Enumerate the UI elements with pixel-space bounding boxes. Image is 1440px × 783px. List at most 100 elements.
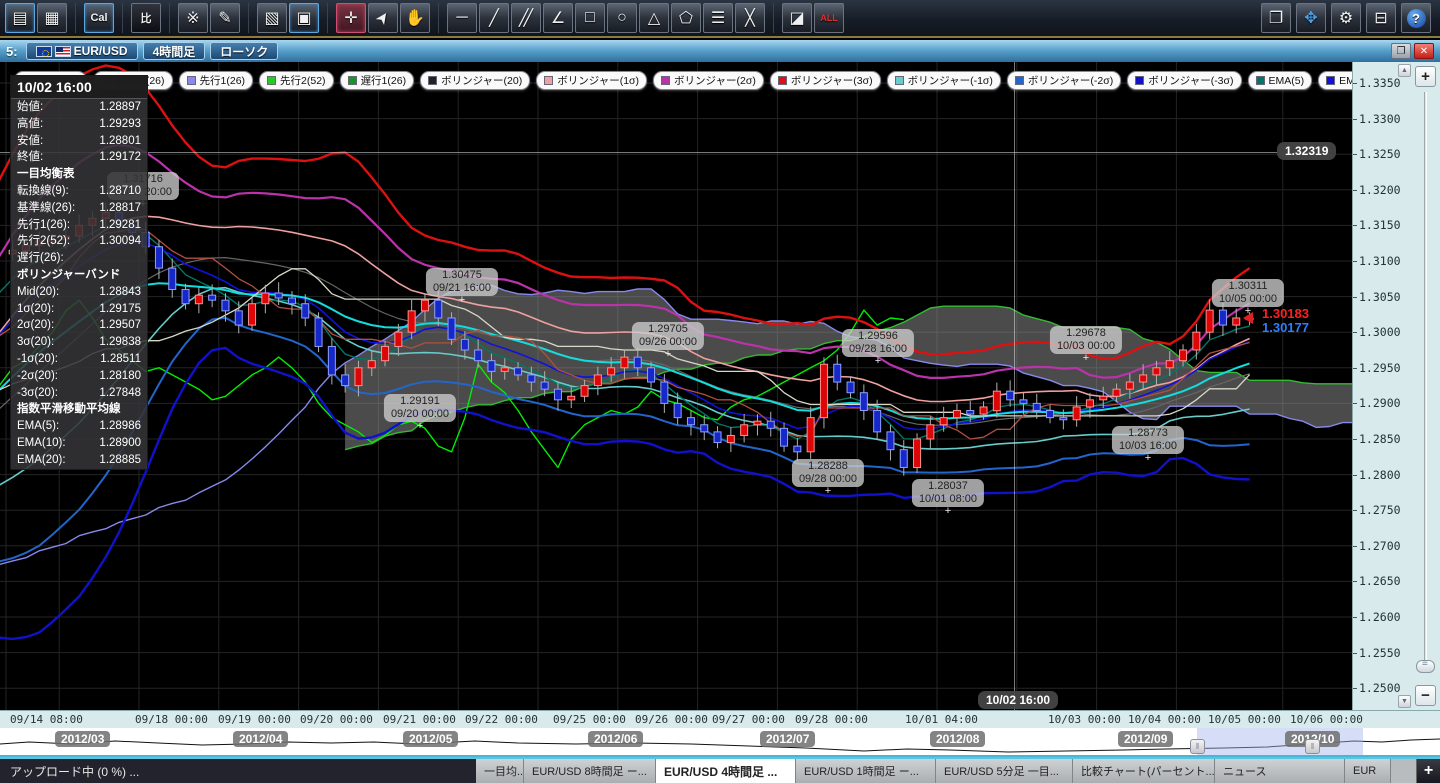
panel-row: 1σ(20):1.29175 <box>11 301 147 318</box>
legend-pill-ボリンジャー(-3σ)[interactable]: ボリンジャー(-3σ) <box>1127 71 1241 90</box>
calendar-icon[interactable]: Cal <box>84 3 114 33</box>
hand-tool-icon[interactable]: ✋ <box>400 3 430 33</box>
zoom-track[interactable] <box>1424 92 1427 672</box>
panel-section: 指数平滑移動平均線 <box>11 401 147 418</box>
y-tick-mark <box>1353 581 1357 582</box>
chart-tab[interactable]: EUR/USD 5分足 一目... <box>936 759 1073 783</box>
main-toolbar: ▤▦Cal比※✎▧▣✛➤✋─╱╱╱∠□○△⬠☰╳◪ALL ❐✥⚙⊟? <box>0 0 1440 38</box>
legend-pill-遅行1(26)[interactable]: 遅行1(26) <box>340 71 415 90</box>
close-window-button[interactable]: ✕ <box>1414 43 1434 59</box>
legend-pill-先行2(52)[interactable]: 先行2(52) <box>259 71 334 90</box>
chart-tab[interactable]: 一目均... <box>476 759 524 783</box>
x-tick-label: 09/27 00:00 <box>712 713 785 726</box>
y-tick-label: 1.3000 <box>1359 325 1401 339</box>
chart-tab[interactable]: 比較チャート(パーセント... <box>1073 759 1215 783</box>
crosshair-tool-icon[interactable]: ✛ <box>336 3 366 33</box>
chart-config-icon[interactable]: ▧ <box>257 3 287 33</box>
legend-color-swatch <box>895 76 904 85</box>
y-tick-mark <box>1353 83 1357 84</box>
y-tick-mark <box>1353 546 1357 547</box>
parallel-lines-tool-icon[interactable]: ╱╱ <box>511 3 541 33</box>
help-icon[interactable]: ? <box>1401 3 1431 33</box>
trendline-tool-icon[interactable]: ╱ <box>479 3 509 33</box>
zoom-scrollbar[interactable]: + − <box>1412 62 1440 710</box>
legend-pill-ボリンジャー(20)[interactable]: ボリンジャー(20) <box>420 71 530 90</box>
panel-row: 基準線(26):1.28817 <box>11 200 147 217</box>
windows-icon[interactable]: ❐ <box>1261 3 1291 33</box>
navigator-month-label: 2012/09 <box>1118 731 1173 747</box>
y-tick-label: 1.2900 <box>1359 396 1401 410</box>
chart-tab[interactable]: EUR <box>1345 759 1391 783</box>
legend-pill-ボリンジャー(-2σ)[interactable]: ボリンジャー(-2σ) <box>1007 71 1121 90</box>
y-tick-label: 1.2550 <box>1359 646 1401 660</box>
chart-area[interactable]: 転換線(9)基準線(26)先行1(26)先行2(52)遅行1(26)ボリンジャー… <box>0 62 1440 710</box>
y-tick-label: 1.2650 <box>1359 574 1401 588</box>
candlestick-plot[interactable] <box>0 62 1352 710</box>
swing-annotation: 1.3047509/21 16:00 <box>426 268 498 296</box>
ellipse-tool-icon[interactable]: ○ <box>607 3 637 33</box>
eraser-icon[interactable]: ◪ <box>782 3 812 33</box>
x-tick-label: 10/06 00:00 <box>1290 713 1363 726</box>
new-chart-icon[interactable]: ▦ <box>37 3 67 33</box>
current-price-arrow-icon <box>1243 312 1253 324</box>
legend-pill-EMA(5)[interactable]: EMA(5) <box>1248 71 1313 90</box>
axis-scroll-down-icon[interactable]: ▼ <box>1398 695 1411 708</box>
crosshair-price-badge: 1.32319 <box>1277 142 1336 160</box>
fibonacci-tool-icon[interactable]: ☰ <box>703 3 733 33</box>
time-axis[interactable]: 09/14 08:0009/18 00:0009/19 00:0009/20 0… <box>0 710 1440 728</box>
settings-gear-icon[interactable]: ⚙ <box>1331 3 1361 33</box>
timeframe-selector-button[interactable]: 4時間足 <box>143 42 206 60</box>
hline-tool-icon[interactable]: ─ <box>447 3 477 33</box>
compare-icon[interactable]: 比 <box>131 3 161 33</box>
pair-selector-button[interactable]: EUR/USD <box>26 42 138 60</box>
draw-edit-icon[interactable]: ✎ <box>210 3 240 33</box>
print-icon[interactable]: ⊟ <box>1366 3 1396 33</box>
legend-pill-先行1(26)[interactable]: 先行1(26) <box>179 71 254 90</box>
current-ask-price: 1.30183 <box>1262 306 1309 321</box>
save-icon[interactable]: ▣ <box>289 3 319 33</box>
chart-tab[interactable]: EUR/USD 1時間足 ー... <box>796 759 936 783</box>
restore-window-button[interactable]: ❐ <box>1391 43 1411 59</box>
range-navigator[interactable]: 2012/032012/042012/052012/062012/072012/… <box>0 728 1440 757</box>
navigator-month-label: 2012/06 <box>588 731 643 747</box>
panel-row: EMA(5):1.28986 <box>11 418 147 435</box>
cursor-tool-icon[interactable]: ➤ <box>368 3 398 33</box>
zoom-out-button[interactable]: − <box>1415 685 1436 706</box>
chart-tab[interactable]: ニュース <box>1215 759 1345 783</box>
semiline-tool-icon[interactable]: ∠ <box>543 3 573 33</box>
add-chart-tab-button[interactable]: + <box>1416 759 1440 783</box>
rect-tool-icon[interactable]: □ <box>575 3 605 33</box>
triangle-tool-icon[interactable]: △ <box>639 3 669 33</box>
legend-pill-ボリンジャー(3σ)[interactable]: ボリンジャー(3σ) <box>770 71 881 90</box>
ohlc-indicator-panel: 10/02 16:00 始値:1.28897高値:1.29293安値:1.288… <box>10 75 148 470</box>
panel-row: Mid(20):1.28843 <box>11 284 147 301</box>
y-tick-label: 1.2750 <box>1359 503 1401 517</box>
fullscreen-icon[interactable]: ✥ <box>1296 3 1326 33</box>
legend-color-swatch <box>1256 76 1265 85</box>
y-tick-label: 1.3150 <box>1359 218 1401 232</box>
legend-pill-ボリンジャー(2σ)[interactable]: ボリンジャー(2σ) <box>653 71 764 90</box>
y-tick-label: 1.3200 <box>1359 183 1401 197</box>
navigator-range-handle[interactable]: ⦀ <box>1190 739 1205 754</box>
panel-row: 2σ(20):1.29507 <box>11 317 147 334</box>
price-axis[interactable]: ▲ ▼ 1.33501.33001.32501.32001.31501.3100… <box>1352 62 1412 710</box>
indicator-settings-icon[interactable]: ※ <box>178 3 208 33</box>
legend-color-swatch <box>1015 76 1024 85</box>
chart-tab[interactable]: EUR/USD 8時間足 ー... <box>524 759 656 783</box>
x-tick-label: 10/03 00:00 <box>1048 713 1121 726</box>
chart-type-selector-button[interactable]: ローソク <box>210 42 278 60</box>
erase-all-icon[interactable]: ALL <box>814 3 844 33</box>
chart-list-icon[interactable]: ▤ <box>5 3 35 33</box>
zoom-in-button[interactable]: + <box>1415 66 1436 87</box>
panel-row: 終値:1.29172 <box>11 149 147 166</box>
navigator-range-handle[interactable]: ⦀ <box>1305 739 1320 754</box>
y-tick-mark <box>1353 368 1357 369</box>
y-tick-label: 1.3050 <box>1359 290 1401 304</box>
pentagon-tool-icon[interactable]: ⬠ <box>671 3 701 33</box>
legend-pill-ボリンジャー(1σ)[interactable]: ボリンジャー(1σ) <box>536 71 647 90</box>
chart-tab[interactable]: EUR/USD 4時間足 ... <box>656 759 796 783</box>
fan-tool-icon[interactable]: ╳ <box>735 3 765 33</box>
swing-annotation: 1.2919109/20 00:00 <box>384 394 456 422</box>
zoom-slider-handle[interactable] <box>1416 660 1435 673</box>
legend-pill-ボリンジャー(-1σ)[interactable]: ボリンジャー(-1σ) <box>887 71 1001 90</box>
